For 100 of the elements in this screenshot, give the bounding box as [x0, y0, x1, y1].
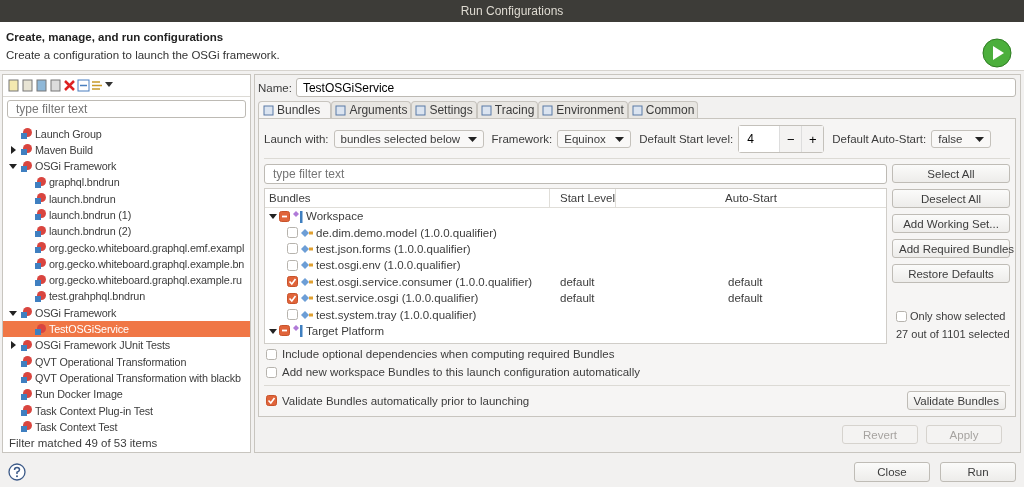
expanded-icon[interactable]: [9, 308, 17, 317]
plugin-icon: [300, 260, 314, 271]
checkbox-label: Add new workspace Bundles to this launch configuration automatically: [282, 366, 640, 378]
tree-item[interactable]: graphql.bndrun: [3, 174, 250, 191]
tree-item[interactable]: QVT Operational Transformation: [3, 353, 250, 370]
tree-item[interactable]: launch.bndrun (1): [3, 206, 250, 224]
plugin-icon: [300, 243, 314, 254]
validate-button[interactable]: Validate Bundles: [906, 391, 1006, 410]
tree-item[interactable]: Maven Build: [3, 141, 250, 158]
checkbox[interactable]: [266, 395, 277, 406]
document-icon[interactable]: [21, 78, 34, 92]
checkbox[interactable]: [287, 292, 298, 304]
tree-item[interactable]: org.gecko.whiteboard.graphql.example.ru: [3, 272, 250, 289]
action-button[interactable]: Add Working Set...: [892, 214, 1010, 233]
column-header[interactable]: Start Level: [550, 189, 616, 207]
tree-item[interactable]: org.gecko.whiteboard.graphql.emf.exampl: [3, 239, 250, 256]
document-icon[interactable]: [49, 78, 62, 92]
collapse-icon[interactable]: [77, 78, 90, 92]
tree-item[interactable]: OSGi Framework: [3, 304, 250, 321]
checkbox[interactable]: [266, 366, 277, 378]
expanded-icon[interactable]: [9, 162, 17, 171]
config-icon: [20, 143, 33, 157]
dialog-button[interactable]: Run: [940, 462, 1016, 482]
launch-with-dropdown[interactable]: bundles selected below: [333, 130, 484, 148]
tree-item[interactable]: OSGi Framework JUnit Tests: [3, 337, 250, 354]
dialog-button[interactable]: Close: [854, 462, 930, 482]
checkbox[interactable]: [287, 259, 298, 271]
folder-icon: [292, 209, 304, 223]
table-cell-text: default: [727, 275, 764, 288]
checkbox[interactable]: [287, 227, 298, 239]
tab-icon: [480, 104, 492, 116]
tree-item[interactable]: QVT Operational Transformation with blackb: [3, 369, 250, 387]
tab[interactable]: Common: [627, 101, 699, 118]
document-icon[interactable]: [7, 78, 20, 92]
checkbox[interactable]: [287, 309, 298, 321]
tree-item[interactable]: org.gecko.whiteboard.graphql.example.bn: [3, 255, 250, 273]
tab[interactable]: Bundles: [258, 101, 332, 118]
framework-dropdown[interactable]: Equinox: [557, 130, 632, 148]
caret-icon[interactable]: [105, 82, 113, 89]
checkbox-label: Only show selected: [910, 310, 1006, 322]
caret-icon: [615, 136, 625, 142]
tree-item[interactable]: test.grahphql.bndrun: [3, 288, 250, 305]
action-button[interactable]: Deselect All: [892, 189, 1010, 208]
config-icon: [34, 224, 47, 238]
checkbox[interactable]: [279, 325, 290, 337]
expanded-icon[interactable]: [269, 212, 277, 221]
filter-field[interactable]: type filter text: [7, 99, 246, 119]
checkbox[interactable]: [287, 243, 298, 255]
table-cell-text: default: [559, 292, 596, 305]
column-header[interactable]: Bundles: [265, 189, 550, 207]
config-icon: [20, 306, 33, 320]
collapsed-icon[interactable]: [9, 341, 17, 350]
delete-icon[interactable]: [63, 78, 76, 92]
config-icon: [34, 175, 47, 189]
collapsed-icon[interactable]: [9, 145, 17, 154]
tree-item[interactable]: Task Context Plug-in Test: [3, 402, 250, 419]
auto-start-dropdown[interactable]: false: [931, 130, 992, 148]
tab-icon: [263, 104, 274, 116]
caret-icon: [467, 136, 477, 142]
tab[interactable]: Environment: [538, 101, 628, 118]
name-field[interactable]: TestOSGiService: [295, 78, 1016, 97]
help-icon[interactable]: [8, 463, 26, 481]
checkbox[interactable]: [266, 348, 277, 360]
config-icon: [34, 241, 47, 255]
bundle-filter-field[interactable]: type filter text: [264, 164, 887, 184]
document-icon[interactable]: [35, 78, 48, 92]
config-icon: [20, 404, 33, 418]
tab[interactable]: Tracing: [476, 101, 539, 118]
tree-item[interactable]: OSGi Framework: [3, 157, 250, 175]
tree-item[interactable]: launch.bndrun (2): [3, 223, 250, 240]
window-title: Run Configurations: [460, 4, 564, 18]
tab[interactable]: Arguments: [331, 101, 412, 118]
tab-icon: [415, 104, 427, 116]
selection-count: 27 out of 1101 selected: [895, 328, 1010, 340]
tree-item[interactable]: Launch Group: [3, 125, 250, 142]
bundle-name: test.osgi.env (1.0.0.qualifier): [316, 259, 461, 272]
bundle-name: Workspace: [306, 210, 364, 223]
run-icon: [982, 38, 1012, 68]
checkbox[interactable]: [287, 276, 298, 288]
checkbox[interactable]: [896, 310, 907, 322]
filter-status: Filter matched 49 of 53 items: [8, 436, 159, 451]
tab[interactable]: Settings: [411, 101, 477, 118]
config-icon: [20, 159, 33, 173]
action-button[interactable]: Select All: [892, 164, 1010, 183]
header-title: Create, manage, and run configurations: [6, 31, 225, 43]
launch-with-label: Launch with:: [264, 133, 329, 145]
plugin-icon: [300, 293, 314, 304]
expanded-icon[interactable]: [269, 326, 277, 335]
tree-item[interactable]: launch.bndrun: [3, 190, 250, 207]
checkbox[interactable]: [279, 210, 290, 222]
header-subtitle: Create a configuration to launch the OSGi framework.: [6, 49, 281, 61]
start-level-label: Default Start level:: [639, 133, 734, 145]
caret-icon: [975, 136, 985, 142]
tree-item[interactable]: Task Context Test: [3, 418, 250, 435]
config-icon: [20, 355, 33, 369]
bundle-name: test.osgi.service.consumer (1.0.0.qualifier): [316, 275, 533, 288]
action-button[interactable]: Restore Defaults: [892, 264, 1010, 283]
config-icon: [34, 208, 47, 222]
tree-item[interactable]: Run Docker Image: [3, 386, 250, 403]
column-header[interactable]: Auto-Start: [616, 189, 886, 207]
